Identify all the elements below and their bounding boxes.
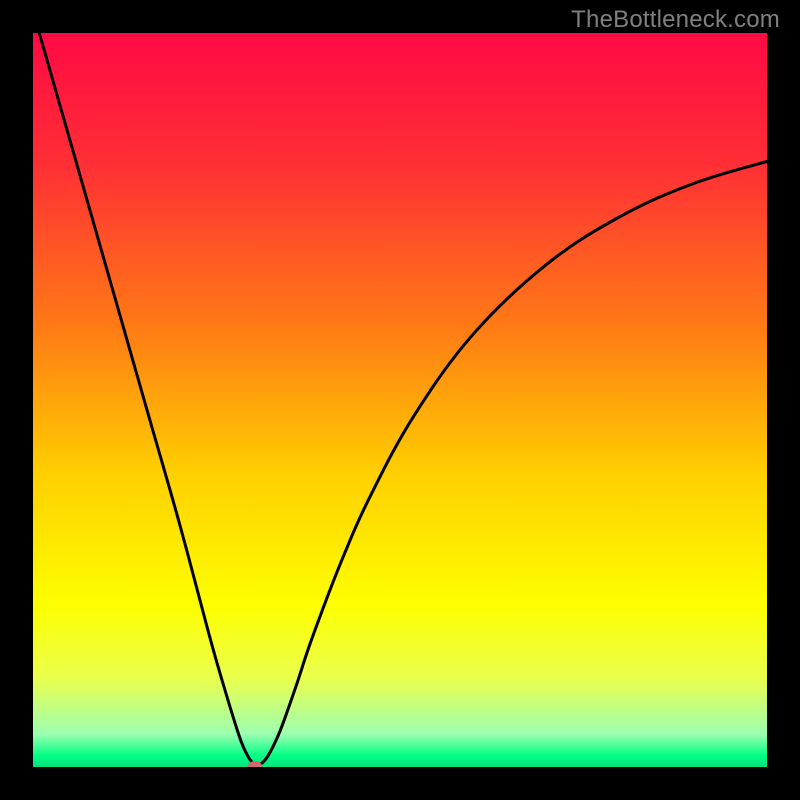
bottleneck-curve xyxy=(33,33,767,765)
minimum-marker xyxy=(248,761,262,767)
curve-layer xyxy=(33,33,767,767)
chart-frame: TheBottleneck.com xyxy=(0,0,800,800)
plot-area xyxy=(33,33,767,767)
watermark-text: TheBottleneck.com xyxy=(571,6,780,34)
